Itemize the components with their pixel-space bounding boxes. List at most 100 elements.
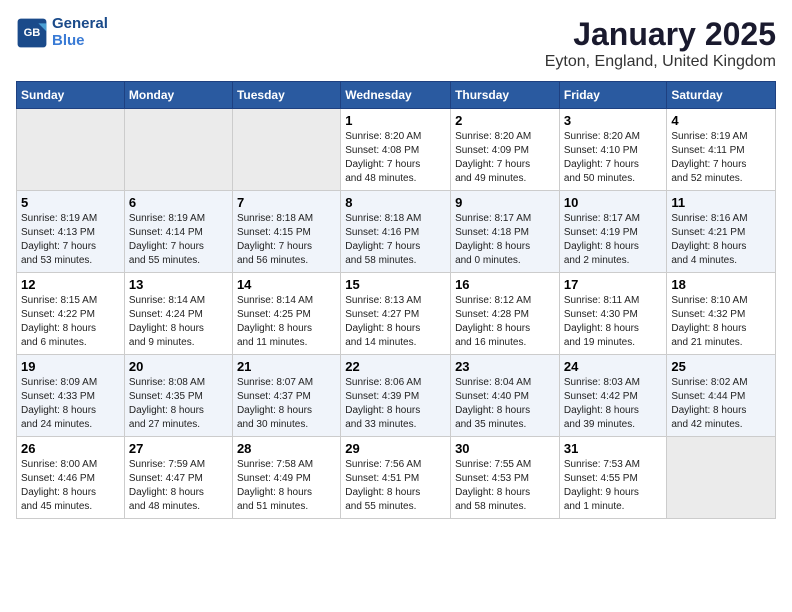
calendar-cell: 19 Sunrise: 8:09 AM Sunset: 4:33 PM Dayli… bbox=[17, 355, 125, 437]
day-info: Sunrise: 8:17 AM Sunset: 4:19 PM Dayligh… bbox=[564, 212, 663, 268]
calendar-cell bbox=[667, 437, 776, 519]
calendar-cell: 1 Sunrise: 8:20 AM Sunset: 4:08 PM Daylig… bbox=[341, 109, 451, 191]
calendar-cell: 9 Sunrise: 8:17 AM Sunset: 4:18 PM Daylig… bbox=[451, 191, 560, 273]
week-row-4: 19 Sunrise: 8:09 AM Sunset: 4:33 PM Dayli… bbox=[17, 355, 776, 437]
day-number: 14 bbox=[237, 277, 336, 292]
calendar-cell: 26 Sunrise: 8:00 AM Sunset: 4:46 PM Dayli… bbox=[17, 437, 125, 519]
calendar-cell: 7Sunrise: 8:18 AM Sunset: 4:15 PM Daylig… bbox=[232, 191, 340, 273]
weekday-header-saturday: Saturday bbox=[667, 82, 776, 109]
logo-icon: GB bbox=[16, 17, 48, 49]
calendar-cell: 28 Sunrise: 7:58 AM Sunset: 4:49 PM Dayli… bbox=[232, 437, 340, 519]
weekday-header-wednesday: Wednesday bbox=[341, 82, 451, 109]
day-info: Sunrise: 8:08 AM Sunset: 4:35 PM Dayligh… bbox=[129, 376, 228, 432]
day-info: Sunrise: 8:16 AM Sunset: 4:21 PM Dayligh… bbox=[671, 212, 771, 268]
day-info: Sunrise: 8:19 AM Sunset: 4:14 PM Dayligh… bbox=[129, 212, 228, 268]
day-number: 9 bbox=[455, 195, 555, 210]
weekday-header-sunday: Sunday bbox=[17, 82, 125, 109]
day-info: Sunrise: 8:20 AM Sunset: 4:09 PM Dayligh… bbox=[455, 130, 555, 186]
calendar-cell: 27 Sunrise: 7:59 AM Sunset: 4:47 PM Dayli… bbox=[124, 437, 232, 519]
day-info: Sunrise: 8:03 AM Sunset: 4:42 PM Dayligh… bbox=[564, 376, 663, 432]
day-number: 29 bbox=[345, 441, 446, 456]
calendar-cell: 15Sunrise: 8:13 AM Sunset: 4:27 PM Dayli… bbox=[341, 273, 451, 355]
day-info: Sunrise: 8:17 AM Sunset: 4:18 PM Dayligh… bbox=[455, 212, 555, 268]
calendar-cell: 4Sunrise: 8:19 AM Sunset: 4:11 PM Daylig… bbox=[667, 109, 776, 191]
day-number: 10 bbox=[564, 195, 663, 210]
day-number: 27 bbox=[129, 441, 228, 456]
day-info: Sunrise: 7:53 AM Sunset: 4:55 PM Dayligh… bbox=[564, 458, 663, 514]
calendar-cell bbox=[17, 109, 125, 191]
weekday-header-thursday: Thursday bbox=[451, 82, 560, 109]
calendar-cell: 5Sunrise: 8:19 AM Sunset: 4:13 PM Daylig… bbox=[17, 191, 125, 273]
day-number: 22 bbox=[345, 359, 446, 374]
calendar-cell: 3Sunrise: 8:20 AM Sunset: 4:10 PM Daylig… bbox=[559, 109, 667, 191]
calendar-cell: 21 Sunrise: 8:07 AM Sunset: 4:37 PM Dayli… bbox=[232, 355, 340, 437]
day-info: Sunrise: 8:15 AM Sunset: 4:22 PM Dayligh… bbox=[21, 294, 120, 350]
calendar-cell: 13 Sunrise: 8:14 AM Sunset: 4:24 PM Dayli… bbox=[124, 273, 232, 355]
weekday-header-row: SundayMondayTuesdayWednesdayThursdayFrid… bbox=[17, 82, 776, 109]
day-info: Sunrise: 8:04 AM Sunset: 4:40 PM Dayligh… bbox=[455, 376, 555, 432]
day-number: 30 bbox=[455, 441, 555, 456]
day-info: Sunrise: 7:58 AM Sunset: 4:49 PM Dayligh… bbox=[237, 458, 336, 514]
calendar-cell: 6 Sunrise: 8:19 AM Sunset: 4:14 PM Daylig… bbox=[124, 191, 232, 273]
week-row-2: 5Sunrise: 8:19 AM Sunset: 4:13 PM Daylig… bbox=[17, 191, 776, 273]
day-number: 17 bbox=[564, 277, 663, 292]
page-subtitle: Eyton, England, United Kingdom bbox=[545, 53, 776, 71]
weekday-header-tuesday: Tuesday bbox=[232, 82, 340, 109]
weekday-header-friday: Friday bbox=[559, 82, 667, 109]
day-info: Sunrise: 8:02 AM Sunset: 4:44 PM Dayligh… bbox=[671, 376, 771, 432]
day-info: Sunrise: 8:14 AM Sunset: 4:25 PM Dayligh… bbox=[237, 294, 336, 350]
calendar-cell: 29 Sunrise: 7:56 AM Sunset: 4:51 PM Dayli… bbox=[341, 437, 451, 519]
day-number: 12 bbox=[21, 277, 120, 292]
logo-line2: Blue bbox=[52, 33, 108, 50]
day-number: 20 bbox=[129, 359, 228, 374]
week-row-5: 26 Sunrise: 8:00 AM Sunset: 4:46 PM Dayli… bbox=[17, 437, 776, 519]
calendar-cell: 22 Sunrise: 8:06 AM Sunset: 4:39 PM Dayli… bbox=[341, 355, 451, 437]
calendar-cell: 31 Sunrise: 7:53 AM Sunset: 4:55 PM Dayli… bbox=[559, 437, 667, 519]
week-row-3: 12 Sunrise: 8:15 AM Sunset: 4:22 PM Dayli… bbox=[17, 273, 776, 355]
day-number: 18 bbox=[671, 277, 771, 292]
day-number: 25 bbox=[671, 359, 771, 374]
day-number: 31 bbox=[564, 441, 663, 456]
day-info: Sunrise: 8:14 AM Sunset: 4:24 PM Dayligh… bbox=[129, 294, 228, 350]
day-number: 19 bbox=[21, 359, 120, 374]
day-number: 4 bbox=[671, 113, 771, 128]
day-info: Sunrise: 8:07 AM Sunset: 4:37 PM Dayligh… bbox=[237, 376, 336, 432]
day-number: 26 bbox=[21, 441, 120, 456]
page-title: January 2025 bbox=[545, 16, 776, 53]
calendar-cell: 30 Sunrise: 7:55 AM Sunset: 4:53 PM Dayli… bbox=[451, 437, 560, 519]
day-number: 28 bbox=[237, 441, 336, 456]
day-number: 7 bbox=[237, 195, 336, 210]
day-info: Sunrise: 7:55 AM Sunset: 4:53 PM Dayligh… bbox=[455, 458, 555, 514]
day-number: 6 bbox=[129, 195, 228, 210]
calendar-cell: 12 Sunrise: 8:15 AM Sunset: 4:22 PM Dayli… bbox=[17, 273, 125, 355]
weekday-header-monday: Monday bbox=[124, 82, 232, 109]
day-info: Sunrise: 8:09 AM Sunset: 4:33 PM Dayligh… bbox=[21, 376, 120, 432]
calendar-cell: 23 Sunrise: 8:04 AM Sunset: 4:40 PM Dayli… bbox=[451, 355, 560, 437]
calendar-cell: 8Sunrise: 8:18 AM Sunset: 4:16 PM Daylig… bbox=[341, 191, 451, 273]
day-info: Sunrise: 7:56 AM Sunset: 4:51 PM Dayligh… bbox=[345, 458, 446, 514]
day-info: Sunrise: 8:00 AM Sunset: 4:46 PM Dayligh… bbox=[21, 458, 120, 514]
calendar-cell bbox=[232, 109, 340, 191]
day-info: Sunrise: 7:59 AM Sunset: 4:47 PM Dayligh… bbox=[129, 458, 228, 514]
calendar-cell bbox=[124, 109, 232, 191]
day-number: 1 bbox=[345, 113, 446, 128]
calendar-cell: 10 Sunrise: 8:17 AM Sunset: 4:19 PM Dayli… bbox=[559, 191, 667, 273]
calendar-cell: 11Sunrise: 8:16 AM Sunset: 4:21 PM Dayli… bbox=[667, 191, 776, 273]
day-info: Sunrise: 8:10 AM Sunset: 4:32 PM Dayligh… bbox=[671, 294, 771, 350]
calendar-cell: 18 Sunrise: 8:10 AM Sunset: 4:32 PM Dayli… bbox=[667, 273, 776, 355]
calendar-cell: 2 Sunrise: 8:20 AM Sunset: 4:09 PM Daylig… bbox=[451, 109, 560, 191]
calendar-cell: 25 Sunrise: 8:02 AM Sunset: 4:44 PM Dayli… bbox=[667, 355, 776, 437]
day-info: Sunrise: 8:06 AM Sunset: 4:39 PM Dayligh… bbox=[345, 376, 446, 432]
day-number: 3 bbox=[564, 113, 663, 128]
day-number: 13 bbox=[129, 277, 228, 292]
page-header: GB General Blue January 2025 Eyton, Engl… bbox=[16, 16, 776, 71]
calendar-table: SundayMondayTuesdayWednesdayThursdayFrid… bbox=[16, 81, 776, 519]
calendar-cell: 17 Sunrise: 8:11 AM Sunset: 4:30 PM Dayli… bbox=[559, 273, 667, 355]
day-number: 2 bbox=[455, 113, 555, 128]
day-info: Sunrise: 8:11 AM Sunset: 4:30 PM Dayligh… bbox=[564, 294, 663, 350]
day-number: 21 bbox=[237, 359, 336, 374]
logo-line1: General bbox=[52, 16, 108, 33]
day-info: Sunrise: 8:20 AM Sunset: 4:08 PM Dayligh… bbox=[345, 130, 446, 186]
title-section: January 2025 Eyton, England, United King… bbox=[545, 16, 776, 71]
day-number: 23 bbox=[455, 359, 555, 374]
